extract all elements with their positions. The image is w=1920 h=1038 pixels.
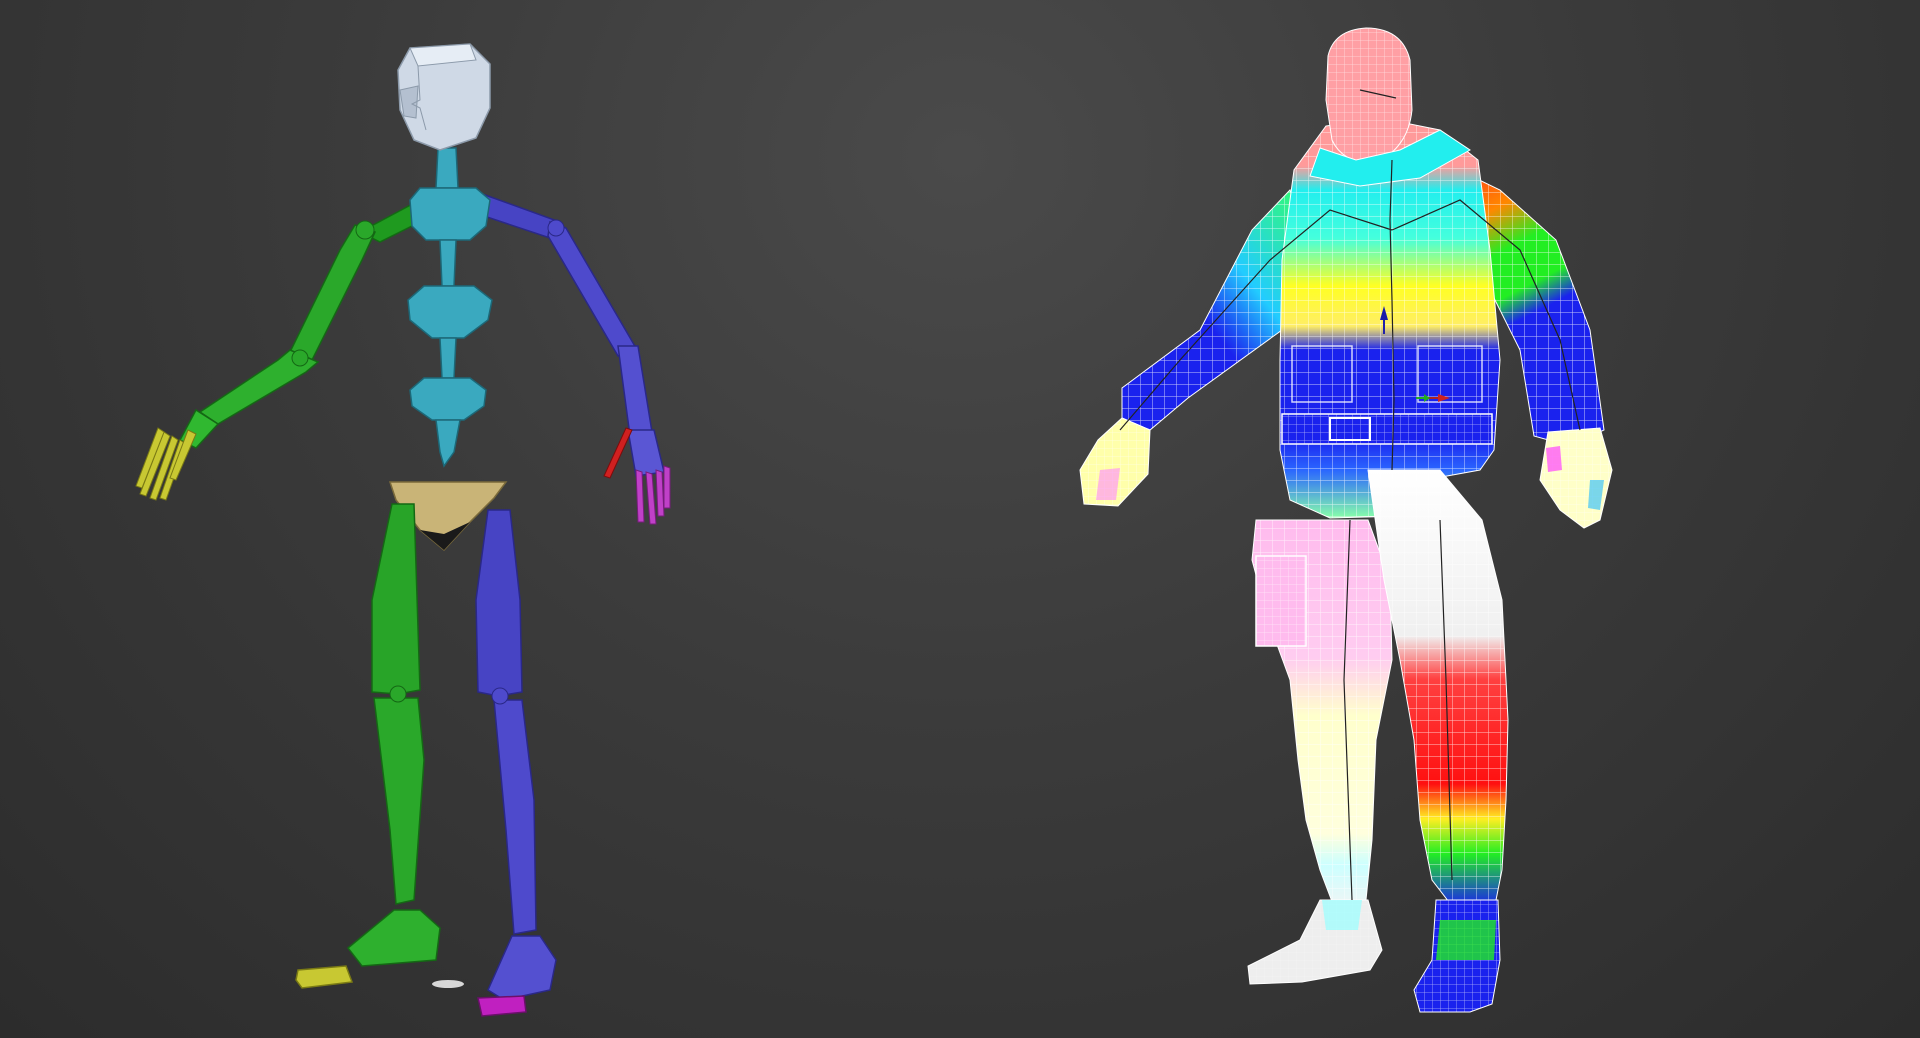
biped-left-fingers[interactable]: [135, 427, 197, 501]
biped-right-arm[interactable]: [464, 189, 665, 477]
biped-neck[interactable]: [435, 147, 459, 189]
biped-skeleton[interactable]: [135, 43, 671, 1017]
biped-right-fingers[interactable]: [635, 465, 671, 525]
biped-left-leg[interactable]: [346, 503, 441, 967]
character-right-hand[interactable]: [1539, 427, 1613, 529]
viewport-canvas[interactable]: [0, 0, 1920, 1038]
biped-left-toe[interactable]: [295, 965, 354, 989]
character-left-leg[interactable]: [1251, 519, 1393, 913]
biped-ground-shadow: [432, 980, 464, 988]
biped-right-toe[interactable]: [477, 995, 527, 1017]
character-right-leg[interactable]: [1367, 469, 1509, 907]
biped-head[interactable]: [397, 43, 491, 151]
skinned-character[interactable]: [1079, 27, 1613, 1013]
character-left-boot[interactable]: [1247, 899, 1383, 985]
3d-viewport[interactable]: [0, 0, 1920, 1038]
biped-right-thumb[interactable]: [603, 427, 633, 479]
biped-spine[interactable]: [407, 187, 493, 468]
biped-left-arm[interactable]: [178, 199, 442, 449]
character-left-hand[interactable]: [1079, 417, 1151, 507]
character-right-boot[interactable]: [1413, 899, 1501, 1013]
biped-right-leg[interactable]: [475, 509, 557, 1001]
character-head[interactable]: [1325, 27, 1413, 165]
